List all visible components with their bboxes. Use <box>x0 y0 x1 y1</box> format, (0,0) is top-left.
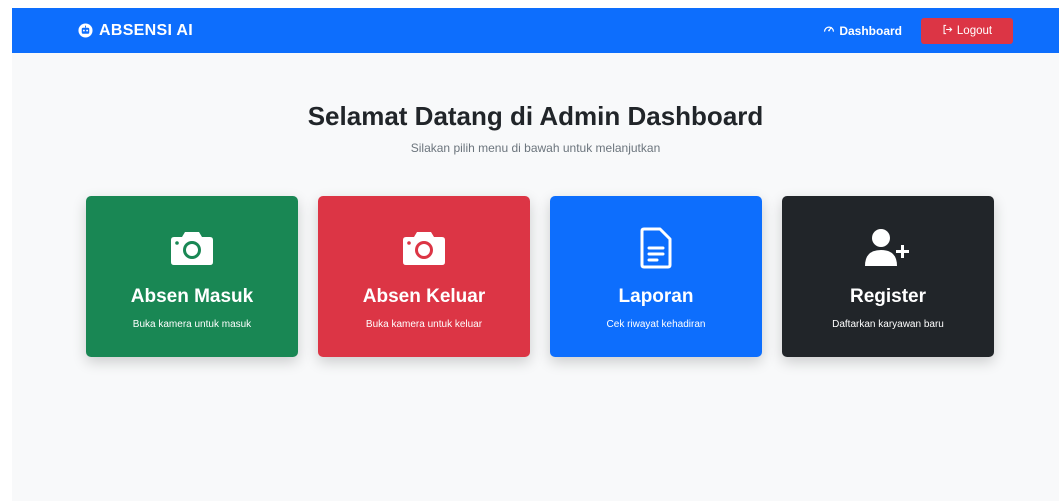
card-subtitle: Buka kamera untuk masuk <box>132 319 252 330</box>
page-frame: ABSENSI AI Dashboard Logout Selamat Data… <box>12 8 1059 501</box>
logout-button[interactable]: Logout <box>921 17 1013 44</box>
card-subtitle: Daftarkan karyawan baru <box>832 319 944 330</box>
card-title: Absen Masuk <box>130 286 254 307</box>
logout-icon <box>942 24 953 38</box>
navbar: ABSENSI AI Dashboard Logout <box>12 8 1059 53</box>
camera-icon <box>169 228 215 268</box>
page-subtitle: Silakan pilih menu di bawah untuk melanj… <box>410 141 661 155</box>
nav-right: Dashboard Logout <box>823 17 1059 44</box>
nav-dashboard-label: Dashboard <box>839 23 902 38</box>
speedometer-icon <box>823 23 835 38</box>
card-subtitle: Cek riwayat kehadiran <box>606 319 706 330</box>
camera-icon <box>401 228 447 268</box>
card-title: Laporan <box>618 286 694 307</box>
card-title: Absen Keluar <box>362 286 486 307</box>
card-absen-masuk[interactable]: Absen Masuk Buka kamera untuk masuk <box>86 196 298 357</box>
card-absen-keluar[interactable]: Absen Keluar Buka kamera untuk keluar <box>318 196 530 357</box>
page-title: Selamat Datang di Admin Dashboard <box>307 101 764 131</box>
robot-icon <box>78 23 93 38</box>
brand[interactable]: ABSENSI AI <box>78 22 193 40</box>
brand-name: ABSENSI AI <box>99 21 193 39</box>
hero: Selamat Datang di Admin Dashboard Silaka… <box>12 101 1059 155</box>
card-laporan[interactable]: Laporan Cek riwayat kehadiran <box>550 196 762 357</box>
card-register[interactable]: Register Daftarkan karyawan baru <box>782 196 994 357</box>
card-subtitle: Buka kamera untuk keluar <box>365 319 483 330</box>
document-icon <box>639 227 673 269</box>
card-title: Register <box>849 286 927 307</box>
user-plus-icon <box>863 228 913 268</box>
menu-cards: Absen Masuk Buka kamera untuk masuk Abse… <box>86 196 994 357</box>
logout-label: Logout <box>956 24 993 37</box>
nav-dashboard-link[interactable]: Dashboard <box>823 23 902 38</box>
